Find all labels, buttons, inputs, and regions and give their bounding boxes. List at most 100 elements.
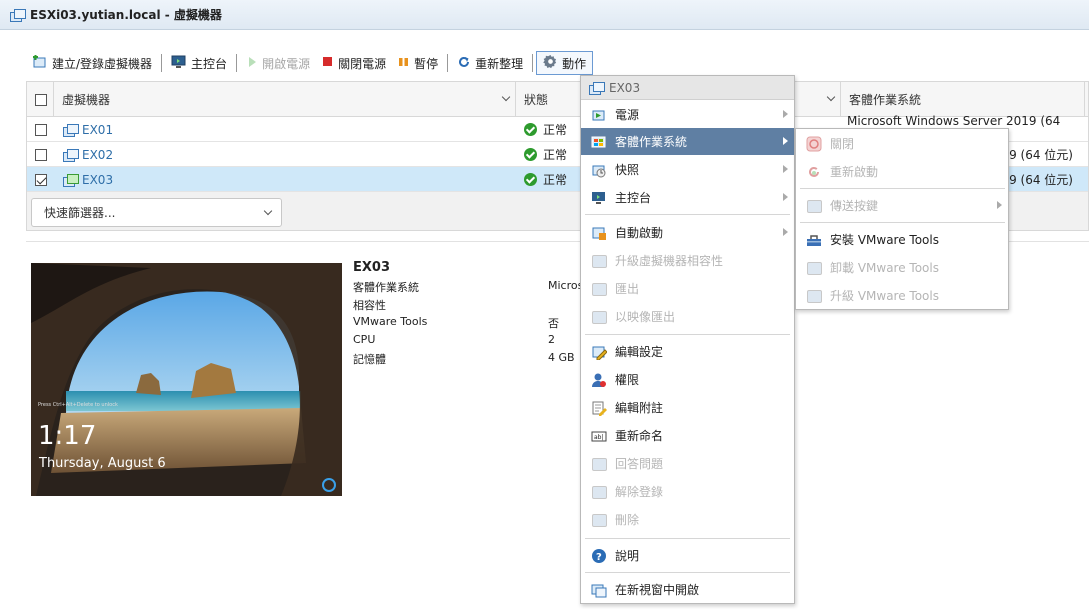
- row-checkbox-cell[interactable]: [35, 142, 47, 167]
- menu-item-edit-notes[interactable]: 編輯附註: [581, 394, 794, 421]
- menu-item-label: 刪除: [615, 513, 640, 527]
- menu-item-delete[interactable]: 刪除: [581, 506, 794, 533]
- menu-item-help[interactable]: ? 說明: [581, 542, 794, 569]
- submenu-item-shutdown[interactable]: 關閉: [796, 130, 1008, 157]
- toolbar-separator: [532, 54, 534, 72]
- column-header-vm[interactable]: 虛擬機器: [54, 82, 516, 117]
- header-select-all[interactable]: [27, 82, 54, 117]
- menu-item-guest-os[interactable]: 客體作業系統: [581, 128, 794, 155]
- vm-name[interactable]: EX01: [82, 123, 113, 137]
- menu-item-label: 自動啟動: [615, 226, 664, 240]
- vm-console-thumbnail[interactable]: Press Ctrl+Alt+Delete to unlock 1:17 Thu…: [31, 263, 342, 496]
- menu-item-label: 匯出: [615, 282, 640, 296]
- detail-row: CPU 2: [353, 333, 588, 351]
- menu-item-export[interactable]: 匯出: [581, 275, 794, 302]
- submenu-item-restart[interactable]: 重新啟動: [796, 158, 1008, 185]
- keyboard-icon: [806, 198, 822, 214]
- vmware-logo-icon: [322, 478, 336, 492]
- menu-item-power[interactable]: 電源: [581, 101, 794, 128]
- actions-button[interactable]: 動作: [536, 51, 594, 75]
- menu-item-label: 主控台: [615, 191, 652, 205]
- gear-icon: [543, 54, 558, 72]
- menu-item-export-image[interactable]: 以映像匯出: [581, 303, 794, 330]
- suspend-label: 暫停: [414, 56, 439, 71]
- toolbar: 建立/登錄虛擬機器 主控台 開啟電源 關閉電源 暫停 重新整理 動作: [26, 50, 594, 76]
- menu-item-unregister[interactable]: 解除登錄: [581, 478, 794, 505]
- toolbar-separator: [447, 54, 449, 72]
- row-checkbox-checked[interactable]: [35, 173, 47, 186]
- unmount-icon: [806, 260, 822, 276]
- detail-row: 客體作業系統 Micros: [353, 279, 588, 297]
- status-cell: 正常: [524, 117, 567, 142]
- menu-item-label: 升級虛擬機器相容性: [615, 254, 724, 268]
- submenu-arrow-icon: [783, 165, 788, 173]
- console-button[interactable]: 主控台: [165, 51, 233, 75]
- submenu-item-unmount-vmware-tools[interactable]: 卸載 VMware Tools: [796, 254, 1008, 281]
- menu-item-console[interactable]: 主控台: [581, 184, 794, 211]
- power-on-button[interactable]: 開啟電源: [240, 51, 316, 75]
- os-text: 9 (64 位元): [1009, 148, 1073, 162]
- suspend-button[interactable]: 暫停: [392, 51, 444, 75]
- chevron-down-icon[interactable]: [501, 92, 511, 102]
- menu-item-label: 在新視窗中開啟: [615, 583, 700, 597]
- user-icon: [591, 372, 607, 388]
- refresh-icon: [457, 55, 471, 72]
- menu-item-open-new-window[interactable]: 在新視窗中開啟: [581, 576, 794, 603]
- os-text: 19 (64 位元): [1001, 173, 1073, 187]
- submenu-item-install-vmware-tools[interactable]: 安裝 VMware Tools: [796, 226, 1008, 253]
- menu-item-label: 以映像匯出: [615, 310, 676, 324]
- menu-item-snapshot[interactable]: 快照: [581, 156, 794, 183]
- menu-item-label: 客體作業系統: [615, 135, 688, 149]
- rename-icon: ab|: [591, 428, 607, 444]
- create-vm-button[interactable]: 建立/登錄虛擬機器: [26, 51, 158, 75]
- vm-name-cell[interactable]: EX01: [63, 117, 113, 142]
- row-checkbox[interactable]: [35, 123, 47, 136]
- vm-details-name: EX03: [353, 260, 390, 275]
- vm-name[interactable]: EX03: [82, 173, 113, 187]
- submenu-arrow-icon: [997, 201, 1002, 209]
- menu-item-permissions[interactable]: 權限: [581, 366, 794, 393]
- detail-label: VMware Tools: [353, 315, 428, 328]
- submenu-item-upgrade-vmware-tools[interactable]: 升級 VMware Tools: [796, 282, 1008, 309]
- power-icon: [591, 107, 607, 123]
- submenu-item-send-keys[interactable]: 傳送按鍵: [796, 192, 1008, 219]
- menu-item-edit-settings[interactable]: 編輯設定: [581, 338, 794, 365]
- delete-icon: [591, 512, 607, 528]
- unregister-icon: [591, 484, 607, 500]
- shutdown-icon: [806, 136, 822, 152]
- vm-icon: [63, 148, 79, 162]
- status-cell: 正常: [524, 167, 567, 192]
- menu-item-upgrade-compat[interactable]: 升級虛擬機器相容性: [581, 247, 794, 274]
- help-icon: ?: [591, 548, 607, 564]
- menu-item-answer-question[interactable]: 回答問題: [581, 450, 794, 477]
- chevron-down-icon[interactable]: [826, 92, 836, 102]
- actions-menu: EX03 電源 客體作業系統 快照 主控台 自動啟動 升級虛擬機器相容性 匯出 …: [580, 75, 795, 604]
- vm-name[interactable]: EX02: [82, 148, 113, 162]
- menu-item-autostart[interactable]: 自動啟動: [581, 219, 794, 246]
- vm-details: EX03 客體作業系統 Micros 相容性 VMware Tools 否 CPU 2…: [353, 260, 588, 369]
- status-cell: 正常: [524, 142, 567, 167]
- toolbar-separator: [161, 54, 163, 72]
- edit-settings-icon: [591, 344, 608, 360]
- menu-item-label: 解除登錄: [615, 485, 664, 499]
- menu-item-label: 編輯設定: [615, 345, 664, 359]
- vm-name-cell[interactable]: EX03: [63, 167, 113, 192]
- refresh-button[interactable]: 重新整理: [451, 51, 529, 75]
- power-off-button[interactable]: 關閉電源: [316, 51, 392, 75]
- select-all-checkbox[interactable]: [35, 93, 47, 106]
- vm-name-cell[interactable]: EX02: [63, 142, 113, 167]
- row-checkbox-cell[interactable]: [35, 167, 47, 192]
- vm-icon: [10, 8, 26, 22]
- submenu-arrow-icon: [783, 193, 788, 201]
- column-header-os[interactable]: 客體作業系統: [841, 82, 1085, 117]
- console-label: 主控台: [191, 56, 228, 71]
- column-header-os-label: 客體作業系統: [849, 93, 922, 107]
- detail-label: 記憶體: [353, 353, 386, 366]
- new-window-icon: [591, 582, 607, 598]
- check-circle-icon: [524, 148, 537, 161]
- row-checkbox[interactable]: [35, 148, 47, 161]
- menu-item-rename[interactable]: ab| 重新命名: [581, 422, 794, 449]
- quick-filter-select[interactable]: 快速篩選器...: [31, 198, 282, 227]
- vmware-tools-icon: [806, 232, 822, 248]
- row-checkbox-cell[interactable]: [35, 117, 47, 142]
